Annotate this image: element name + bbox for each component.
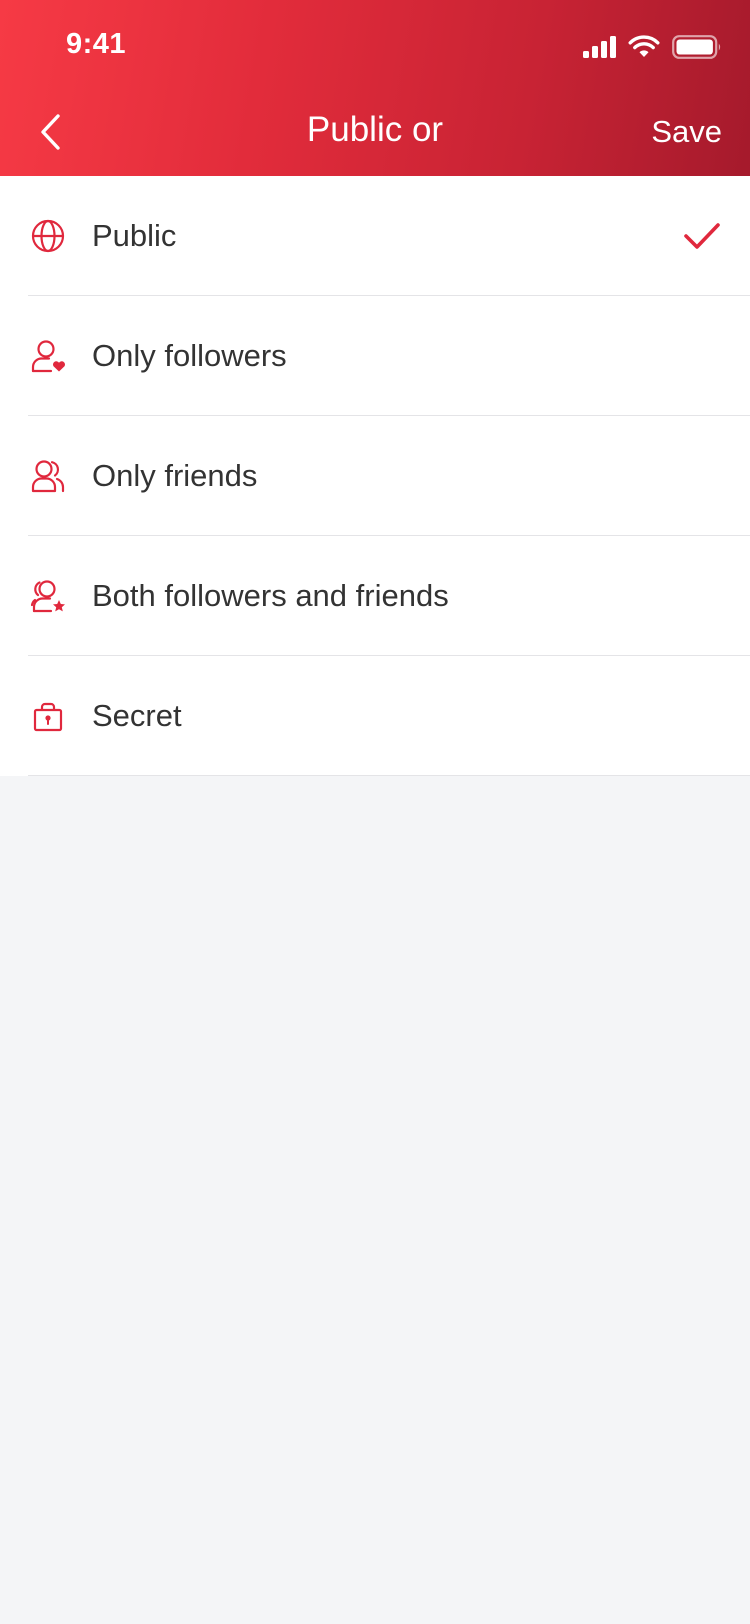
user-heart-icon — [30, 338, 66, 374]
checkmark-icon — [684, 223, 720, 249]
option-label: Public — [92, 218, 177, 253]
option-label: Secret — [92, 698, 182, 733]
visibility-options-list: Public Only followers Only friends Both … — [0, 176, 750, 776]
save-button[interactable]: Save — [651, 112, 722, 152]
user-star-icon — [30, 578, 66, 614]
option-label: Both followers and friends — [92, 578, 449, 613]
visibility-settings-screen: 9:41 Public or Save Public Only follower… — [0, 0, 750, 1624]
option-public[interactable]: Public — [0, 176, 750, 296]
wifi-icon — [628, 35, 660, 57]
users-icon — [30, 458, 66, 494]
lock-icon — [30, 698, 66, 734]
option-only-followers[interactable]: Only followers — [0, 296, 750, 416]
option-label: Only friends — [92, 458, 258, 493]
globe-icon — [30, 218, 66, 254]
option-secret[interactable]: Secret — [0, 656, 750, 776]
status-icons — [582, 34, 722, 60]
signal-icon — [583, 36, 616, 58]
option-label: Only followers — [92, 338, 287, 373]
page-title: Public or — [306, 110, 444, 149]
app-header: 9:41 Public or Save — [0, 0, 750, 176]
back-button[interactable] — [22, 104, 78, 160]
option-followers-and-friends[interactable]: Both followers and friends — [0, 536, 750, 656]
option-only-friends[interactable]: Only friends — [0, 416, 750, 536]
chevron-left-icon — [41, 114, 60, 150]
battery-icon — [672, 35, 721, 59]
status-time: 9:41 — [66, 28, 127, 60]
